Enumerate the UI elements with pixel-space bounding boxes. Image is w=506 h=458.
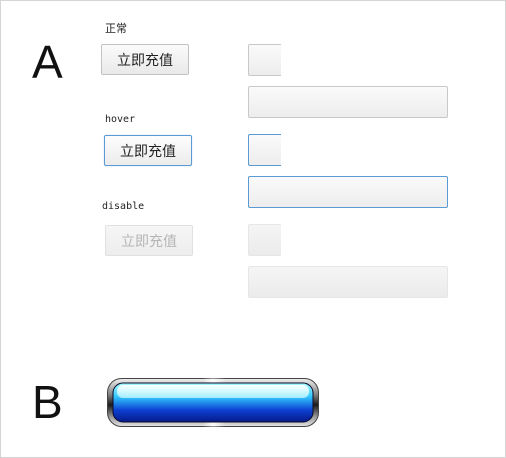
wide-input-normal[interactable] bbox=[248, 86, 448, 118]
normal-state-label: 正常 bbox=[105, 22, 127, 35]
recharge-button-hover[interactable]: 立即充值 bbox=[104, 135, 192, 166]
small-input-normal[interactable] bbox=[248, 44, 281, 76]
glossy-capsule-button[interactable] bbox=[107, 378, 319, 427]
section-b-letter: B bbox=[32, 376, 63, 428]
recharge-button-normal[interactable]: 立即充值 bbox=[101, 44, 189, 75]
disabled-state-label: disable bbox=[102, 201, 145, 212]
hover-state-label: hover bbox=[105, 114, 136, 125]
wide-input-hover[interactable] bbox=[248, 176, 448, 208]
recharge-button-disabled: 立即充值 bbox=[105, 225, 193, 256]
section-a-letter: A bbox=[32, 36, 63, 88]
small-input-hover[interactable] bbox=[248, 134, 281, 166]
small-input-disabled bbox=[248, 224, 281, 256]
canvas-frame: A B 正常 立即充值 hover 立即充值 disable 立即充值 bbox=[0, 0, 506, 458]
capsule-gloss-highlight bbox=[117, 385, 309, 398]
wide-input-disabled bbox=[248, 266, 448, 298]
